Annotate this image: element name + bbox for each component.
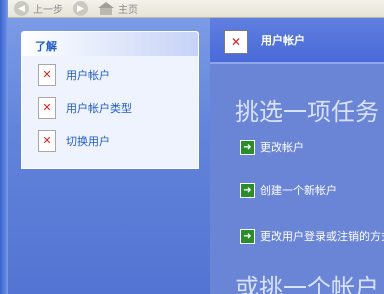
main-content: ✕ 用户帐户 挑选一项任务 ➜ 更改帐户 ➜ 创建一个新帐户 ➜ 更改用户登录或… bbox=[210, 18, 384, 294]
task-change-logon[interactable]: ➜ 更改用户登录或注销的方式 bbox=[240, 228, 384, 244]
forward-arrow-icon: ▶ bbox=[73, 1, 88, 16]
back-label: 上一步 bbox=[33, 5, 63, 16]
task-label: 创建一个新帐户 bbox=[260, 184, 337, 197]
learn-about-box: 了解 ✕ 用户帐户 ✕ 用户帐户类型 ✕ 切换用户 bbox=[21, 31, 199, 169]
header-divider bbox=[210, 62, 384, 64]
pick-task-heading: 挑选一项任务 bbox=[235, 98, 379, 126]
task-label: 更改帐户 bbox=[260, 141, 304, 154]
learn-about-title[interactable]: 了解 bbox=[22, 32, 198, 56]
learn-item-label: 切换用户 bbox=[66, 134, 110, 148]
navigation-toolbar: ◀ 上一步 ▶ 主页 bbox=[8, 0, 384, 18]
task-create-account[interactable]: ➜ 创建一个新帐户 bbox=[240, 182, 337, 198]
window-frame-left bbox=[0, 0, 8, 294]
green-arrow-icon: ➜ bbox=[240, 228, 255, 244]
green-arrow-icon: ➜ bbox=[240, 139, 255, 155]
home-button[interactable]: 主页 bbox=[98, 1, 138, 16]
learn-item-label: 用户帐户类型 bbox=[66, 101, 132, 115]
left-task-pane: 了解 ✕ 用户帐户 ✕ 用户帐户类型 ✕ 切换用户 bbox=[8, 18, 210, 294]
task-label: 更改用户登录或注销的方式 bbox=[260, 230, 384, 243]
pick-account-heading: 或挑一个帐户 bbox=[235, 274, 379, 294]
green-arrow-icon: ➜ bbox=[240, 182, 255, 198]
learn-item-switch-users[interactable]: ✕ 切换用户 bbox=[22, 124, 198, 157]
broken-image-icon: ✕ bbox=[38, 63, 56, 86]
back-button[interactable]: ◀ 上一步 bbox=[14, 1, 63, 16]
home-label: 主页 bbox=[118, 5, 138, 16]
home-icon bbox=[98, 2, 114, 15]
page-title: 用户帐户 bbox=[261, 34, 305, 47]
learn-item-user-accounts[interactable]: ✕ 用户帐户 bbox=[22, 58, 198, 91]
broken-image-icon: ✕ bbox=[38, 129, 56, 152]
learn-item-account-types[interactable]: ✕ 用户帐户类型 bbox=[22, 91, 198, 124]
task-change-account[interactable]: ➜ 更改帐户 bbox=[240, 139, 304, 155]
forward-button[interactable]: ▶ bbox=[73, 1, 88, 16]
header-band: ✕ 用户帐户 bbox=[210, 18, 384, 62]
broken-image-icon: ✕ bbox=[224, 30, 248, 54]
broken-image-icon: ✕ bbox=[38, 96, 56, 119]
back-arrow-icon: ◀ bbox=[14, 1, 29, 16]
learn-item-label: 用户帐户 bbox=[66, 68, 110, 82]
